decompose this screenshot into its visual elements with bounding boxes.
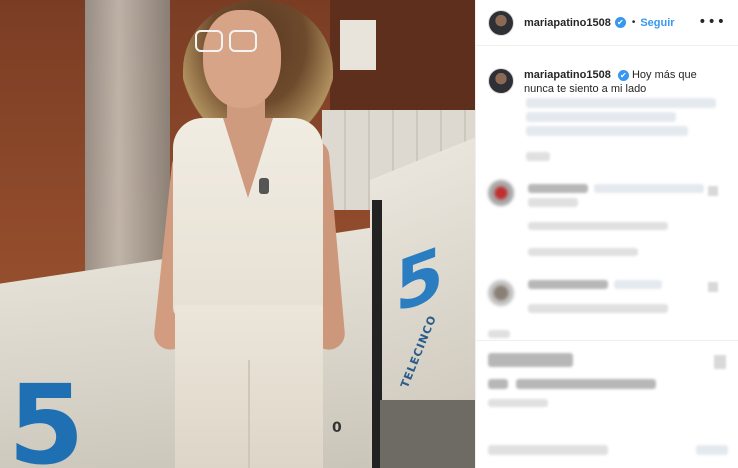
channel-logo-left: 5 [8,361,85,468]
caption-text: mariapatino1508 ✔ Hoy más que nunca te s… [524,68,719,96]
person-face [203,10,281,108]
verified-badge-icon: ✔ [614,17,626,28]
bookmark-icon[interactable] [714,355,726,369]
blurred-comment-text [614,280,662,289]
blurred-likes-count [488,379,508,389]
post-image[interactable]: 5 5 TELECINCO 0 [0,0,475,468]
action-footer [476,340,738,468]
separator-dot: • [631,17,636,28]
more-options-icon[interactable]: ••• [698,14,726,30]
blurred-comment-user [528,280,608,289]
blurred-caption-line [526,112,676,122]
avatar[interactable] [488,9,514,36]
blurred-likes-count [516,379,656,389]
blurred-caption-line [526,126,688,136]
blurred-comment-meta [488,330,510,338]
blurred-comment-meta [528,248,638,256]
blurred-comment-text [528,304,668,313]
post-sidebar: mariapatino1508 ✔ • Seguir ••• mariapati… [475,0,738,468]
blurred-post-date [488,399,548,407]
person-pants-seam [248,360,250,468]
blurred-comment-text [528,198,578,207]
channel-logo-right: 5 [395,230,444,330]
caption-line-1: Hoy más que [631,69,697,81]
caption-avatar[interactable] [488,68,514,94]
caption-verified-icon: ✔ [617,70,629,81]
username-link[interactable]: mariapatino1508 [524,17,611,29]
person-glasses [195,30,261,54]
blurred-comment-meta [528,222,668,230]
blurred-action-icons[interactable] [488,353,573,367]
blurred-comment-box[interactable] [488,445,608,455]
caption: mariapatino1508 ✔ Hoy más que nunca te s… [476,46,738,96]
like-heart-icon[interactable] [708,186,718,196]
follow-button[interactable]: Seguir [640,17,674,29]
comment-avatar[interactable] [488,280,514,306]
blurred-timestamp [526,152,550,161]
person-figure [152,0,355,468]
blurred-comment-user [528,184,588,193]
like-heart-icon[interactable] [708,282,718,292]
blurred-comment-text [594,184,704,193]
lapel-mic [259,178,269,194]
caption-username[interactable]: mariapatino1508 [524,69,611,81]
blurred-post-button[interactable] [696,445,728,455]
blurred-caption-line [526,98,716,108]
post-header: mariapatino1508 ✔ • Seguir ••• [476,0,738,46]
floor [380,400,475,468]
comment-avatar[interactable] [488,180,514,206]
caption-line-2: nunca te siento a mi lado [524,83,647,95]
